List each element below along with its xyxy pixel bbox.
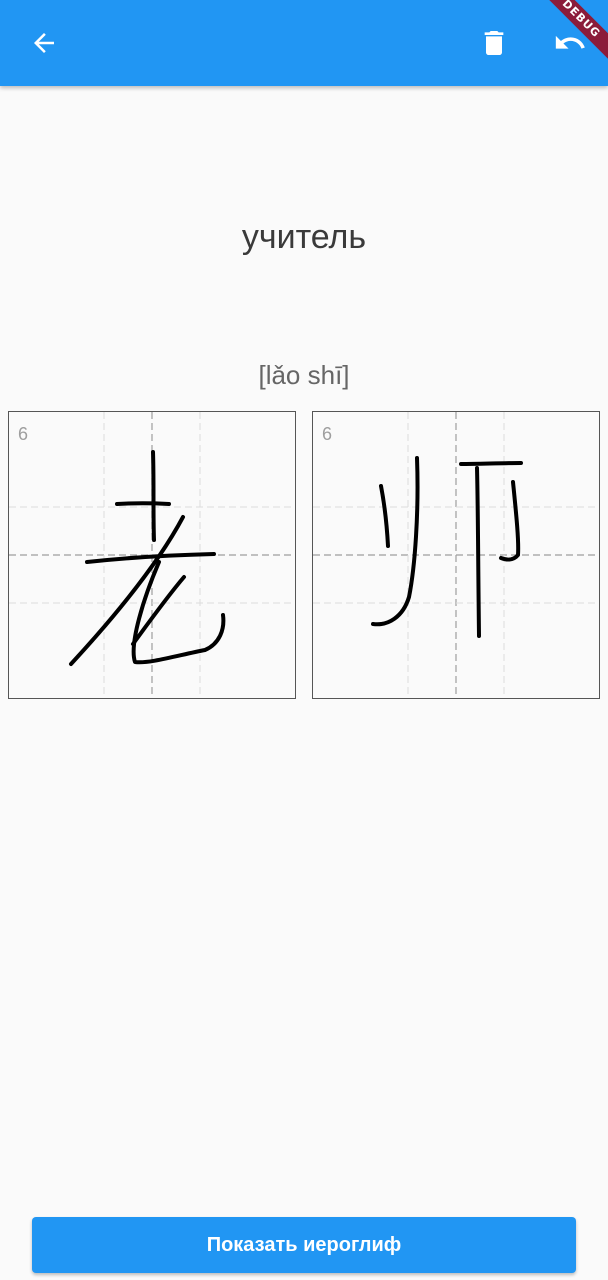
pinyin-label: [lǎo shī] — [258, 360, 350, 390]
app-bar: DEBUG — [0, 0, 608, 86]
writing-cell-1[interactable]: 6 — [8, 411, 296, 699]
show-character-button[interactable]: Показать иероглиф — [32, 1217, 576, 1273]
debug-banner: DEBUG — [528, 0, 608, 80]
arrow-back-icon — [34, 33, 54, 53]
writing-cell-2[interactable]: 6 — [312, 411, 600, 699]
delete-button[interactable] — [472, 21, 516, 65]
handwritten-strokes — [69, 450, 226, 666]
word-translation: учитель — [241, 218, 367, 256]
handwritten-strokes — [371, 456, 523, 638]
trash-icon — [484, 31, 504, 55]
back-button[interactable] — [22, 21, 66, 65]
debug-label: DEBUG — [535, 0, 608, 65]
